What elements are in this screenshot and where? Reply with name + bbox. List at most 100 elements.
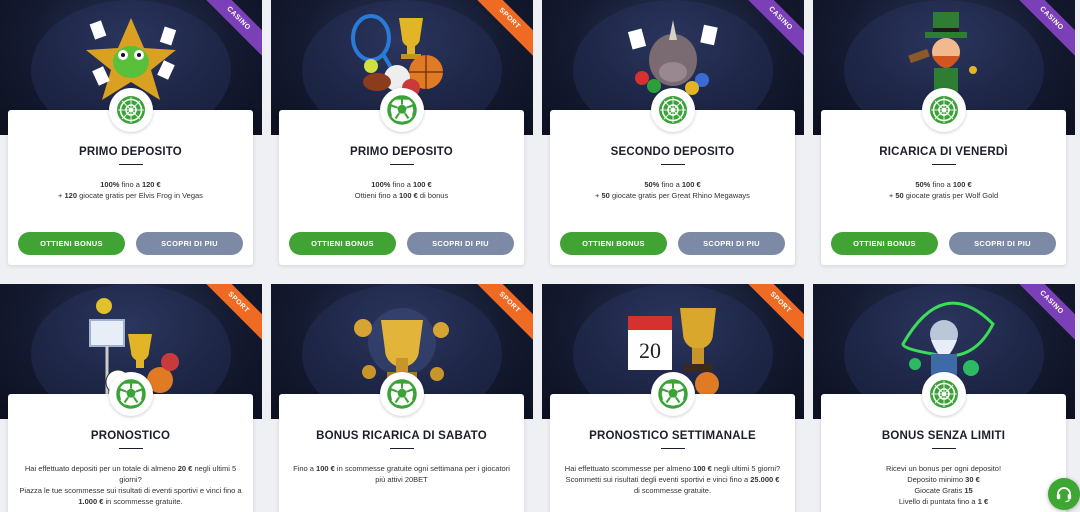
- highlighted-value: 100 €: [398, 191, 418, 200]
- description-line: di scommesse gratuite.: [560, 485, 785, 496]
- card-description: 50% fino a 100 € + 50 giocate gratis per …: [550, 179, 795, 201]
- description-line: Scommetti sui risultati degli eventi spo…: [560, 474, 785, 485]
- live-chat-button[interactable]: [1048, 478, 1080, 510]
- title-divider: [389, 164, 414, 165]
- description-text: fino a: [119, 180, 142, 189]
- description-line: 50% fino a 100 €: [831, 179, 1056, 190]
- description-text: fino a: [930, 180, 953, 189]
- title-divider: [389, 448, 414, 449]
- title-divider: [118, 164, 143, 165]
- card-actions: OTTIENI BONUS SCOPRI DI PIU: [289, 232, 514, 255]
- highlighted-value: 1.000 €: [78, 497, 104, 506]
- description-line: Livello di puntata fino a 1 €: [831, 496, 1056, 507]
- description-text: giocate gratis per Wolf Gold: [903, 191, 999, 200]
- card-panel: PRONOSTICO SETTIMANALE Hai effettuato sco…: [550, 372, 795, 512]
- description-text: fino a: [390, 180, 413, 189]
- highlighted-value: 100 €: [412, 180, 432, 189]
- description-line: Ricevi un bonus per ogni deposito!: [831, 463, 1056, 474]
- soccer-ball-icon: [108, 372, 153, 416]
- card-panel: PRONOSTICO Hai effettuato depositi per un…: [8, 372, 253, 512]
- description-text: Livello di puntata fino a: [898, 497, 978, 506]
- description-text: in scommesse gratuite.: [103, 497, 183, 506]
- description-line: Deposito minimo 30 €: [831, 474, 1056, 485]
- card-title: PRONOSTICO: [90, 430, 171, 442]
- description-text: negli ultimi 5 giorni?: [711, 464, 781, 473]
- description-line: Ottieni fino a 100 € di bonus: [289, 190, 514, 201]
- card-panel: BONUS SENZA LIMITI Ricevi un bonus per og…: [821, 372, 1066, 512]
- description-text: Ottieni fino a: [354, 191, 399, 200]
- title-divider: [660, 448, 685, 449]
- card-description: Hai effettuato depositi per un totale di…: [8, 463, 253, 507]
- soccer-ball-icon: [379, 88, 424, 132]
- learn-more-button[interactable]: SCOPRI DI PIU: [678, 232, 785, 255]
- description-text: Deposito minimo: [907, 475, 966, 484]
- description-line: Hai effettuato depositi per un totale di…: [18, 463, 243, 485]
- highlighted-value: 50: [601, 191, 610, 200]
- highlighted-value: 25.000 €: [750, 475, 780, 484]
- learn-more-button[interactable]: SCOPRI DI PIU: [949, 232, 1056, 255]
- calendar-day-number: 20: [639, 338, 661, 363]
- card-panel: PRIMO DEPOSITO 100% fino a 100 € Ottieni f…: [279, 88, 524, 265]
- title-divider: [931, 448, 956, 449]
- headset-chat-icon: [1056, 487, 1072, 503]
- get-bonus-button[interactable]: OTTIENI BONUS: [289, 232, 396, 255]
- soccer-ball-icon: [650, 372, 695, 416]
- description-text: Piazza le tue scommesse sui risultati di…: [19, 486, 242, 495]
- card-description: Ricevi un bonus per ogni deposito! Deposi…: [821, 463, 1066, 507]
- description-line: Piazza le tue scommesse sui risultati di…: [18, 485, 243, 507]
- highlighted-value: 100%: [371, 180, 391, 189]
- description-text: Giocate Gratis: [914, 486, 965, 495]
- card-title: PRIMO DEPOSITO: [350, 146, 453, 158]
- get-bonus-button[interactable]: OTTIENI BONUS: [831, 232, 938, 255]
- card-description: Fino a 100 € in scommesse gratuite ogni …: [279, 463, 524, 485]
- card-title: PRONOSTICO SETTIMANALE: [589, 430, 756, 442]
- card-description: Hai effettuato scommesse per almeno 100 …: [550, 463, 795, 496]
- description-text: giocate gratis per Great Rhino Megaways: [609, 191, 750, 200]
- description-text: di bonus: [417, 191, 449, 200]
- card-panel: PRIMO DEPOSITO 100% fino a 120 € + 120 gio…: [8, 88, 253, 265]
- description-line: + 50 giocate gratis per Great Rhino Mega…: [560, 190, 785, 201]
- card-title: BONUS RICARICA DI SABATO: [316, 430, 487, 442]
- description-line: 100% fino a 100 €: [289, 179, 514, 190]
- card-description: 100% fino a 100 € Ottieni fino a 100 € di…: [279, 179, 524, 201]
- card-actions: OTTIENI BONUS SCOPRI DI PIU: [831, 232, 1056, 255]
- card-title: BONUS SENZA LIMITI: [881, 430, 1006, 442]
- description-text: fino a: [659, 180, 682, 189]
- highlighted-value: 120: [64, 191, 78, 200]
- roulette-icon: [108, 88, 153, 132]
- description-text: Hai effettuato depositi per un totale di…: [24, 464, 178, 473]
- highlighted-value: 20 €: [177, 464, 193, 473]
- description-text: giocate gratis per Elvis Frog in Vegas: [77, 191, 203, 200]
- description-text: Scommetti sui risultati degli eventi spo…: [565, 475, 751, 484]
- highlighted-value: 1 €: [977, 497, 989, 506]
- highlighted-value: 100 €: [952, 180, 972, 189]
- description-text: Fino a: [293, 464, 317, 473]
- card-title: PRIMO DEPOSITO: [79, 146, 182, 158]
- get-bonus-button[interactable]: OTTIENI BONUS: [18, 232, 125, 255]
- highlighted-value: 15: [964, 486, 973, 495]
- description-text: Hai effettuato scommesse per almeno: [564, 464, 694, 473]
- description-line: + 120 giocate gratis per Elvis Frog in V…: [18, 190, 243, 201]
- learn-more-button[interactable]: SCOPRI DI PIU: [136, 232, 243, 255]
- description-text: in scommesse gratuite ogni settimana per…: [334, 464, 510, 484]
- card-title: RICARICA DI VENERDÌ: [879, 146, 1008, 158]
- title-divider: [118, 448, 143, 449]
- description-line: + 50 giocate gratis per Wolf Gold: [831, 190, 1056, 201]
- learn-more-button[interactable]: SCOPRI DI PIU: [407, 232, 514, 255]
- roulette-icon: [921, 88, 966, 132]
- highlighted-value: 100 €: [693, 464, 712, 473]
- highlighted-value: 50%: [644, 180, 660, 189]
- highlighted-value: 100 €: [316, 464, 335, 473]
- description-text: Ricevi un bonus per ogni deposito!: [885, 464, 1002, 473]
- card-panel: RICARICA DI VENERDÌ 50% fino a 100 € + 50 …: [821, 88, 1066, 265]
- get-bonus-button[interactable]: OTTIENI BONUS: [560, 232, 667, 255]
- highlighted-value: 100%: [100, 180, 120, 189]
- roulette-icon: [650, 88, 695, 132]
- highlighted-value: 50%: [915, 180, 931, 189]
- soccer-ball-icon: [379, 372, 424, 416]
- title-divider: [660, 164, 685, 165]
- card-panel: SECONDO DEPOSITO 50% fino a 100 € + 50 gio…: [550, 88, 795, 265]
- description-line: 100% fino a 120 €: [18, 179, 243, 190]
- card-actions: OTTIENI BONUS SCOPRI DI PIU: [560, 232, 785, 255]
- description-line: Fino a 100 € in scommesse gratuite ogni …: [289, 463, 514, 485]
